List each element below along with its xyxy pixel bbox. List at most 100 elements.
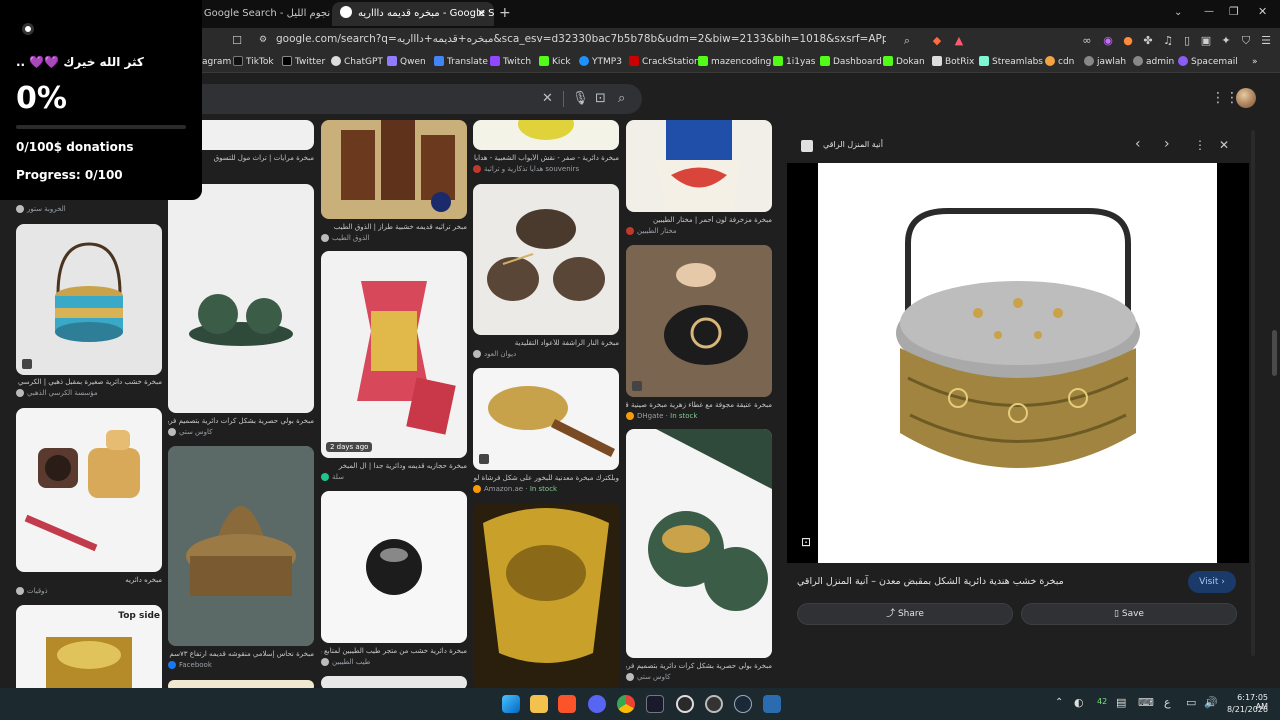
vpn-icon[interactable]: ⛉ (1239, 34, 1253, 47)
brave-icon[interactable] (558, 695, 576, 713)
result-caption[interactable]: مبخره دائريه (16, 576, 162, 584)
app-icon[interactable] (763, 695, 781, 713)
more-options-icon[interactable]: ⋮ (1194, 138, 1206, 152)
result-source[interactable]: هدايا تذكارية و تراثية souvenirs (473, 165, 619, 173)
result-caption[interactable]: مبخرة النار الراشفة للأعواد التقليدية (473, 339, 619, 347)
result-caption[interactable]: مبخرة بولي حصرية بشكل كرات دائرية بتصميم… (168, 417, 314, 425)
result-caption[interactable]: مبخرة نحاس إسلامي منقوشه قديمه ارتفاع ٧٣… (168, 650, 314, 658)
bookmark-item[interactable]: Twitch (490, 55, 531, 69)
image-result[interactable] (321, 676, 467, 688)
image-result[interactable] (16, 224, 162, 375)
result-source[interactable]: DHgate · In stock (626, 412, 772, 420)
close-window-icon[interactable]: ✕ (1258, 5, 1267, 18)
save-button[interactable]: ▯ Save (1021, 603, 1237, 625)
result-caption[interactable]: مبخرة دائرية خشب من متجر طيب الطيبين لمت… (321, 647, 467, 655)
share-button[interactable]: ⤴ Share (797, 603, 1013, 625)
bookmark-item[interactable]: Qwen (387, 55, 426, 69)
image-result[interactable]: 2 days ago (321, 251, 467, 458)
bookmark-item[interactable]: cdn (1045, 55, 1074, 69)
tab-inactive[interactable]: Google Search - نجوم الليل (202, 2, 332, 26)
extensions-puzzle-icon[interactable]: ✤ (1141, 34, 1155, 47)
result-caption[interactable]: مبخرة عتيقة مجوفة مع غطاء زهرية مبخرة صي… (626, 401, 772, 409)
tray-icon[interactable]: ◐ (1074, 696, 1084, 709)
result-caption[interactable]: مبخرة بولي حصرية بشكل كرات دائرية بتصميم… (626, 662, 772, 670)
brave-shield-icon[interactable]: ◆ (930, 34, 944, 47)
avatar[interactable] (1236, 88, 1256, 108)
lens-search-icon[interactable]: ⊡ (801, 535, 811, 549)
start-icon[interactable] (502, 695, 520, 713)
address-bar[interactable]: google.com/search?q=مبخره+قديمه+داااريه&… (276, 33, 886, 45)
result-caption[interactable]: مبخرة خشب دائرية صغيرة بمقبل ذهبي | الكر… (16, 378, 162, 386)
image-result[interactable]: Top side (16, 605, 162, 688)
tray-chevron-icon[interactable]: ⌃ (1055, 697, 1063, 708)
image-result[interactable] (626, 429, 772, 658)
network-icon[interactable]: ▭ (1186, 696, 1196, 709)
close-tab-icon[interactable]: ✕ (477, 2, 486, 26)
search-icon[interactable]: ⌕ (618, 91, 625, 106)
result-source[interactable]: كاوس ستي (168, 428, 314, 436)
bookmark-item[interactable]: TikTok (233, 55, 274, 69)
search-input[interactable]: ✕ 🎙 ⊡ ⌕ (150, 84, 642, 114)
bookmark-star-icon[interactable]: ☐ (230, 34, 244, 47)
visit-button[interactable]: Visit › (1188, 571, 1236, 593)
bookmark-item[interactable]: Twitter (282, 55, 325, 69)
media-icon[interactable]: ♫ (1161, 34, 1175, 47)
apps-grid-icon[interactable]: ⋮⋮ (1211, 90, 1239, 106)
result-source[interactable]: Amazon.ae · In stock (473, 485, 619, 493)
microphone-icon[interactable]: 🎙 (572, 91, 589, 106)
bookmark-item[interactable]: agram (202, 56, 231, 69)
bookmark-item[interactable]: jawlah (1084, 55, 1126, 69)
result-source[interactable]: ذوقيات (16, 587, 162, 595)
more-bookmarks-icon[interactable]: » (1252, 56, 1258, 69)
next-icon[interactable]: › (1164, 136, 1170, 152)
clear-icon[interactable]: ✕ (542, 91, 553, 106)
sidebar-icon[interactable]: ▯ (1180, 34, 1194, 47)
file-explorer-icon[interactable] (530, 695, 548, 713)
new-tab-button[interactable]: + (499, 5, 511, 21)
image-result[interactable] (626, 120, 772, 212)
result-source[interactable]: مختار الطيبين (626, 227, 772, 235)
zoom-icon[interactable]: ⌕ (900, 34, 914, 47)
result-source[interactable]: ديوان العود (473, 350, 619, 358)
obs-icon[interactable] (676, 695, 694, 713)
bookmark-item[interactable]: Kick (539, 55, 571, 69)
image-result[interactable] (473, 368, 619, 470)
wallet-icon[interactable]: ▣ (1199, 34, 1213, 47)
bookmark-item[interactable]: Dashboard (820, 55, 882, 69)
keyboard-icon[interactable]: ⌨ (1138, 696, 1154, 709)
bookmark-item[interactable]: 1i1yas (773, 55, 815, 69)
image-result[interactable] (321, 120, 467, 219)
brave-rewards-icon[interactable]: ▲ (952, 34, 966, 47)
result-caption[interactable]: مبخرة دائرية - صفر - نقش الأبواب الشعبية… (473, 154, 619, 162)
clock-date[interactable]: 8/21/2026 (1224, 705, 1268, 714)
maximize-icon[interactable]: ❐ (1229, 5, 1239, 18)
discord-icon[interactable] (588, 695, 606, 713)
site-info-icon[interactable]: ⚙ (256, 34, 270, 47)
preview-title[interactable]: مبخرة خشب هندية دائرية الشكل بمقبض معدن … (797, 576, 1177, 587)
result-caption[interactable]: مبخرة مزخرفة لون أحمر | مختار الطيبين (626, 216, 772, 224)
image-result[interactable] (473, 503, 619, 688)
result-source[interactable]: كاوس ستي (626, 673, 772, 681)
next-app-icon[interactable] (646, 695, 664, 713)
bookmark-item[interactable]: mazencoding (698, 55, 771, 69)
result-caption[interactable]: مبخر تراثيه قديمه خشبية طراز | الذوق الط… (321, 223, 467, 231)
previous-icon[interactable]: ‹ (1135, 136, 1141, 152)
steam-icon[interactable] (734, 695, 752, 713)
bookmark-item[interactable]: admin (1133, 55, 1174, 69)
image-result[interactable] (321, 491, 467, 643)
app-icon[interactable] (705, 695, 723, 713)
minimize-icon[interactable]: — (1204, 6, 1214, 17)
image-result[interactable] (626, 245, 772, 397)
bookmark-item[interactable]: YTMP3 (579, 55, 622, 69)
language-icon[interactable]: ع (1164, 696, 1171, 709)
bookmark-item[interactable]: CrackStation (629, 55, 700, 69)
tab-active[interactable]: مبخره قديمه داااريه - Google Search ✕ (332, 2, 494, 26)
image-result[interactable] (473, 184, 619, 335)
result-source[interactable]: مؤسسة الكرسي الذهبي (16, 389, 162, 397)
result-source[interactable]: Facebook (168, 661, 314, 669)
bookmark-item[interactable]: Dokan (883, 55, 925, 69)
panel-scrollbar[interactable] (1251, 130, 1255, 656)
extension-icon[interactable]: ◉ (1101, 34, 1115, 47)
bookmark-item[interactable]: Spacemail (1178, 55, 1238, 69)
bookmark-item[interactable]: BotRix (932, 55, 974, 69)
